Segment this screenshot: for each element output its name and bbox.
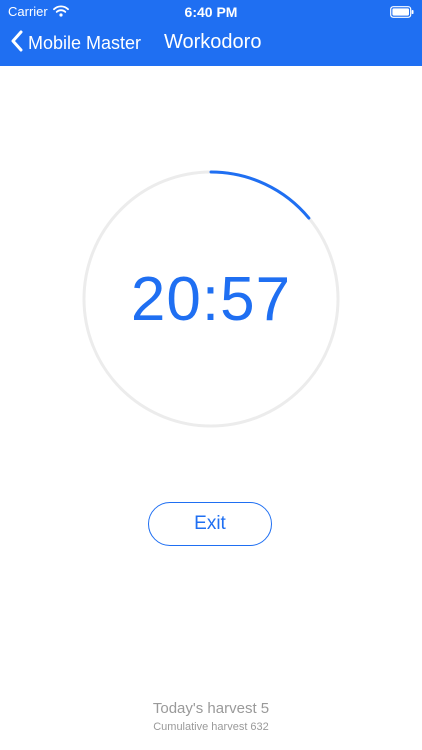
back-button[interactable]: Mobile Master [10,29,141,57]
nav-title: Workodoro [164,31,262,53]
status-time: 6:40 PM [184,4,238,20]
today-harvest: Today's harvest 5 [152,700,270,717]
timer-progress-arc [209,170,311,220]
back-label: Mobile Master [28,32,142,53]
exit-button[interactable]: Exit [148,502,272,546]
top-bar: Carrier 6:40 PM Mobile Master Workodoro [0,0,422,66]
chevron-left-icon [10,30,24,57]
cumulative-harvest: Cumulative harvest 632 [153,721,269,733]
timer-display: 20:57 [130,265,292,334]
battery-icon [390,5,414,23]
